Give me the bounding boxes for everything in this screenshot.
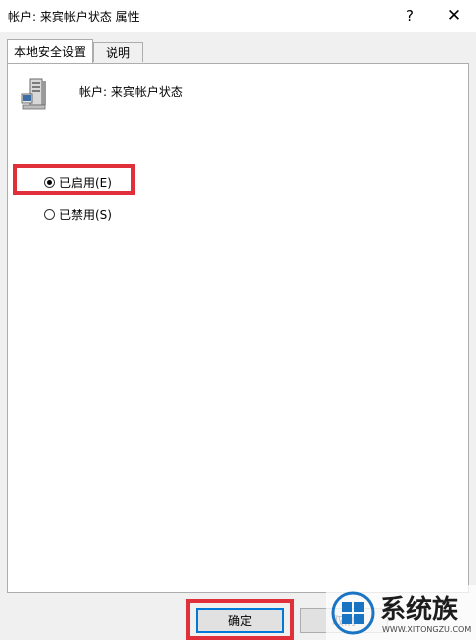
title-bar[interactable]: 帐户: 来宾帐户状态 属性 ? ✕ [0,0,476,32]
windows-logo-icon [331,591,375,635]
enabled-radio-label: 已启用(E) [59,176,112,190]
tab-label: 本地安全设置 [13,45,86,59]
watermark-title: 系统族 [380,595,459,625]
help-button[interactable]: ? [388,0,432,32]
enabled-radio-option[interactable]: 已启用(E) [44,174,112,191]
tab-label: 说明 [105,46,130,60]
server-computer-icon [21,78,46,110]
ok-button-label: 确定 [227,614,252,628]
help-icon: ? [406,7,414,25]
window-title: 帐户: 来宾帐户状态 属性 [8,10,140,24]
tab-explain[interactable]: 说明 [93,42,143,62]
tab-local-security-setting[interactable]: 本地安全设置 [7,39,93,63]
close-icon: ✕ [446,6,462,26]
watermark-url: WWW.XITONGZU.COM [382,625,472,634]
watermark: 系统族 WWW.XITONGZU.COM [326,585,476,640]
disabled-radio-button[interactable] [44,209,55,220]
properties-dialog: 帐户: 来宾帐户状态 属性 ? ✕ 本地安全设置 说明 帐户: 来宾帐户状态 已… [0,0,476,640]
disabled-radio-label: 已禁用(S) [59,208,112,222]
disabled-radio-option[interactable]: 已禁用(S) [44,206,112,223]
ok-button[interactable]: 确定 [196,608,284,633]
enabled-radio-button[interactable] [44,177,55,188]
close-button[interactable]: ✕ [432,0,476,32]
tab-panel: 帐户: 来宾帐户状态 已启用(E) 已禁用(S) [7,63,469,593]
policy-name: 帐户: 来宾帐户状态 [79,85,183,99]
